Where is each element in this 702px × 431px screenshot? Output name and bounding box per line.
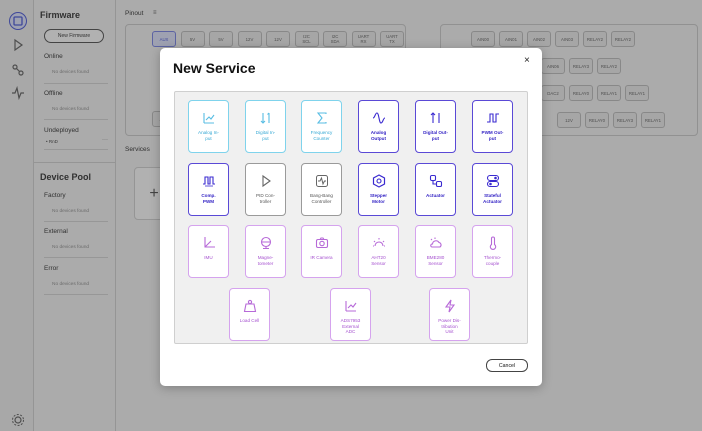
power-icon	[443, 299, 457, 313]
service-card-label: ADS7953 External ADC	[340, 318, 361, 335]
service-card-label: IMU	[204, 255, 213, 260]
dialog-title: New Service	[173, 60, 256, 76]
service-card-thermocouple[interactable]: Thermo- couple	[472, 225, 513, 278]
toggle-icon	[486, 174, 500, 188]
service-card-label: Stateful Actuator	[483, 193, 502, 204]
service-card-label: Magne- tometer	[257, 255, 274, 266]
service-card-pid-controller[interactable]: PID Con- troller	[245, 163, 286, 216]
weather-cloud-icon	[429, 236, 443, 250]
weight-icon	[243, 299, 257, 313]
service-card-bang-bang-controller[interactable]: Bang-Bang Controller	[301, 163, 342, 216]
service-card-label: Actuator	[426, 193, 445, 198]
service-card-label: Stepper Motor	[369, 193, 388, 204]
play-icon	[259, 174, 273, 188]
sigma-icon	[315, 111, 329, 125]
service-card-actuator[interactable]: Actuator	[415, 163, 456, 216]
service-card-load-cell[interactable]: Load Cell	[229, 288, 270, 341]
camera-icon	[315, 236, 329, 250]
service-card-comp-pwm[interactable]: Comp. PWM	[188, 163, 229, 216]
service-grid: Analog In- put Digital In- put Frequency C…	[174, 91, 528, 344]
service-card-frequency-counter[interactable]: Frequency Counter	[301, 100, 342, 153]
service-card-label: Power Dis- tribution Unit	[438, 318, 461, 335]
comp-pwm-icon	[202, 174, 216, 188]
globe-icon	[259, 236, 273, 250]
service-card-label: Analog Output	[370, 130, 387, 141]
service-card-imu[interactable]: IMU	[188, 225, 229, 278]
service-card-label: IR Camera	[310, 255, 333, 260]
service-card-bme280-sensor[interactable]: BME280 Sensor	[415, 225, 456, 278]
service-card-pwm-output[interactable]: PWM Out- put	[472, 100, 513, 153]
line-chart-icon	[344, 299, 358, 313]
service-card-label: PID Con- troller	[256, 193, 275, 204]
hexagon-icon	[372, 174, 386, 188]
pulse-icon	[486, 111, 500, 125]
service-card-stepper-motor[interactable]: Stepper Motor	[358, 163, 399, 216]
service-card-label: Load Cell	[239, 318, 260, 323]
service-card-label: Frequency Counter	[310, 130, 333, 141]
service-card-label: Digital Out- put	[423, 130, 448, 141]
service-card-aht20-sensor[interactable]: AHT20 Sensor	[358, 225, 399, 278]
thermometer-icon	[486, 236, 500, 250]
service-card-power-distribution-unit[interactable]: Power Dis- tribution Unit	[429, 288, 470, 341]
wave-icon	[372, 111, 386, 125]
service-card-label: PWM Out- put	[481, 130, 504, 141]
weather-icon	[372, 236, 386, 250]
service-card-digital-output[interactable]: Digital Out- put	[415, 100, 456, 153]
service-card-label: Thermo- couple	[483, 255, 502, 266]
service-card-ads7953-external-adc[interactable]: ADS7953 External ADC	[330, 288, 371, 341]
service-card-label: Analog In- put	[198, 130, 219, 141]
activity-icon	[315, 174, 329, 188]
digital-arrows-up-icon	[429, 111, 443, 125]
close-icon[interactable]: ×	[524, 55, 530, 66]
service-card-label: Digital In- put	[255, 130, 276, 141]
service-card-analog-input[interactable]: Analog In- put	[188, 100, 229, 153]
service-card-label: Comp. PWM	[201, 193, 216, 204]
service-card-ir-camera[interactable]: IR Camera	[301, 225, 342, 278]
actuator-icon	[429, 174, 443, 188]
new-service-dialog: New Service × Analog In- put Digital In- …	[160, 48, 542, 386]
service-card-magnetometer[interactable]: Magne- tometer	[245, 225, 286, 278]
service-card-label: AHT20 Sensor	[371, 255, 386, 266]
axis-icon	[202, 236, 216, 250]
service-card-label: Bang-Bang Controller	[310, 193, 333, 204]
service-card-analog-output[interactable]: Analog Output	[358, 100, 399, 153]
line-chart-icon	[202, 111, 216, 125]
digital-arrows-icon	[259, 111, 273, 125]
cancel-button[interactable]: Cancel	[486, 359, 528, 372]
service-card-digital-input[interactable]: Digital In- put	[245, 100, 286, 153]
service-card-stateful-actuator[interactable]: Stateful Actuator	[472, 163, 513, 216]
service-card-label: BME280 Sensor	[426, 255, 445, 266]
